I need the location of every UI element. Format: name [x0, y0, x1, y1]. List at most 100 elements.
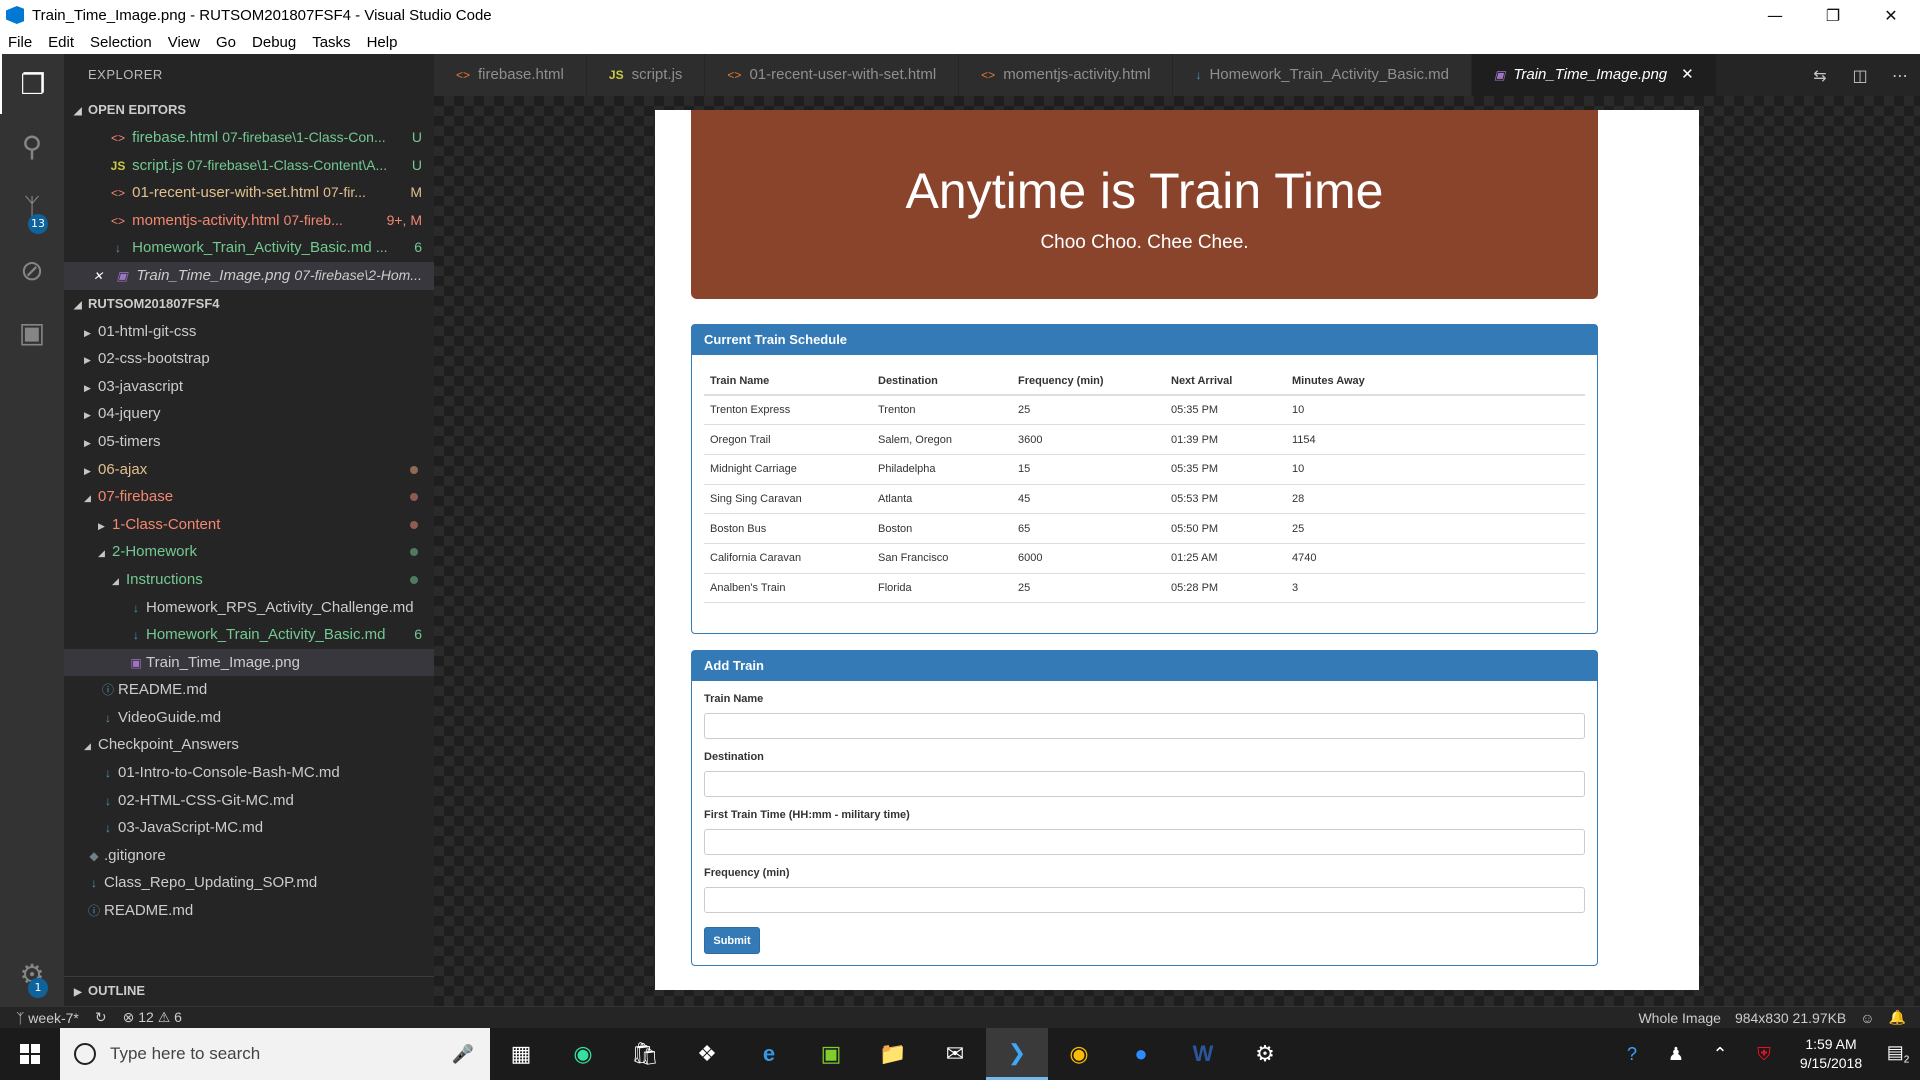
debug-icon[interactable]: ⊘ — [0, 240, 64, 300]
more-actions-icon[interactable]: ⋯ — [1880, 66, 1920, 85]
tab-firebase-html[interactable]: <> firebase.html — [434, 54, 587, 96]
outline-section[interactable]: ▶ OUTLINE — [64, 976, 434, 1006]
file-explorer-icon[interactable]: 📁 — [862, 1028, 924, 1080]
feedback-smiley-icon[interactable]: ☺ — [1860, 1010, 1874, 1026]
search-placeholder: Type here to search — [110, 1044, 261, 1063]
table-row: California Caravan San Francisco 6000 01:25… — [704, 543, 1585, 574]
gear-icon[interactable]: ⚙ 1 — [0, 944, 64, 1004]
html-file-icon: <> — [110, 186, 125, 201]
task-view-icon[interactable]: ▦ — [490, 1028, 552, 1080]
menu-selection[interactable]: Selection — [82, 34, 160, 51]
evernote-icon[interactable]: ▣ — [800, 1028, 862, 1080]
menu-go[interactable]: Go — [208, 34, 244, 51]
editor-tabs: <> firebase.html JS script.js <> 01-recent-… — [434, 54, 1920, 96]
tree-file[interactable]: ↓ VideoGuide.md — [64, 704, 434, 732]
open-editor-item[interactable]: JS script.js 07-firebase\1-Class-Content… — [64, 152, 434, 180]
tree-folder[interactable]: ◢ 07-firebase — [64, 483, 434, 511]
menu-edit[interactable]: Edit — [40, 34, 82, 51]
open-editors-header[interactable]: ◢ OPEN EDITORS — [64, 96, 434, 124]
help-icon[interactable]: ? — [1610, 1044, 1654, 1065]
security-shield-icon[interactable]: ⛨ — [1742, 1044, 1786, 1065]
git-branch[interactable]: ᛉ week-7* — [16, 1010, 79, 1026]
close-icon[interactable]: ✕ — [1681, 66, 1694, 83]
tree-folder[interactable]: ▶ 04-jquery — [64, 400, 434, 428]
zoom-icon[interactable]: ● — [1110, 1028, 1172, 1080]
open-editor-item[interactable]: <> firebase.html 07-firebase\1-Class-Con… — [64, 124, 434, 152]
extensions-icon[interactable]: ▣ — [0, 302, 64, 362]
close-icon[interactable]: ✕ — [88, 263, 108, 290]
tree-folder[interactable]: ▶ 03-javascript — [64, 373, 434, 401]
clock[interactable]: 1:59 AM 9/15/2018 — [1786, 1035, 1876, 1073]
workspace-header[interactable]: ◢ RUTSOM201807FSF4 — [64, 290, 434, 318]
tree-folder[interactable]: ▶ 06-ajax — [64, 456, 434, 484]
open-changes-icon[interactable]: ⇆ — [1800, 66, 1840, 85]
word-icon[interactable]: W — [1172, 1028, 1234, 1080]
tree-file[interactable]: ↓ Class_Repo_Updating_SOP.md — [64, 869, 434, 897]
menu-tasks[interactable]: Tasks — [304, 34, 358, 51]
tab-train-time-image[interactable]: ▣ Train_Time_Image.png ✕ — [1471, 54, 1717, 96]
tab-recent-user[interactable]: <> 01-recent-user-with-set.html — [705, 54, 960, 96]
github-desktop-icon[interactable]: ⚙ — [1234, 1028, 1296, 1080]
view-mode[interactable]: Whole Image — [1638, 1010, 1720, 1026]
page-subheading: Choo Choo. Chee Chee. — [1040, 232, 1249, 253]
open-editor-item-active[interactable]: ✕ ▣ Train_Time_Image.png 07-firebase\2-H… — [64, 261, 434, 290]
tree-file[interactable]: ↓ 03-JavaScript-MC.md — [64, 814, 434, 842]
tree-folder[interactable]: ▶ 05-timers — [64, 428, 434, 456]
start-button[interactable] — [0, 1028, 60, 1080]
tab-homework-md[interactable]: ↓ Homework_Train_Activity_Basic.md — [1173, 54, 1472, 96]
chevron-up-icon[interactable]: ⌃ — [1698, 1044, 1742, 1065]
tripadvisor-icon[interactable]: ◉ — [552, 1028, 614, 1080]
menu-view[interactable]: View — [160, 34, 208, 51]
table-cell: 28 — [1286, 484, 1585, 515]
minimize-button[interactable]: — — [1746, 0, 1804, 30]
open-editor-item[interactable]: ↓ Homework_Train_Activity_Basic.md ... 6 — [64, 234, 434, 262]
notification-bell-icon[interactable]: 🔔 — [1889, 1009, 1906, 1026]
tree-folder[interactable]: ▶ 02-css-bootstrap — [64, 345, 434, 373]
edge-icon[interactable]: e — [738, 1028, 800, 1080]
table-cell: California Caravan — [704, 543, 872, 574]
taskbar-search[interactable]: Type here to search 🎤 — [60, 1028, 490, 1080]
tab-momentjs[interactable]: <> momentjs-activity.html — [959, 54, 1174, 96]
people-icon[interactable]: ♟ — [1654, 1044, 1698, 1065]
tree-file[interactable]: ◆ .gitignore — [64, 842, 434, 870]
microphone-icon[interactable]: 🎤 — [452, 1044, 474, 1065]
dropbox-icon[interactable]: ❖ — [676, 1028, 738, 1080]
split-editor-icon[interactable]: ◫ — [1840, 66, 1880, 85]
tree-file[interactable]: ↓ 02-HTML-CSS-Git-MC.md — [64, 787, 434, 815]
action-center-icon[interactable]: ▤2 — [1876, 1042, 1920, 1066]
open-editor-item[interactable]: <> momentjs-activity.html 07-fireb... 9+… — [64, 207, 434, 235]
tree-file[interactable]: ↓ Homework_Train_Activity_Basic.md 6 — [64, 621, 434, 649]
markdown-file-icon: ↓ — [105, 766, 111, 781]
source-control-icon[interactable]: ᛉ 13 — [0, 178, 64, 238]
search-icon[interactable]: ⚲ — [0, 116, 64, 176]
tree-file[interactable]: ⓘ README.md — [64, 897, 434, 925]
tree-folder[interactable]: ◢ Checkpoint_Answers — [64, 731, 434, 759]
menu-debug[interactable]: Debug — [244, 34, 304, 51]
close-button[interactable]: ✕ — [1862, 0, 1920, 30]
tree-folder[interactable]: ▶ 01-html-git-css — [64, 318, 434, 346]
sync-icon[interactable]: ↻ — [95, 1009, 107, 1026]
restore-button[interactable]: ❐ — [1804, 0, 1862, 30]
tree-folder[interactable]: ▶ 1-Class-Content — [64, 511, 434, 539]
chevron-right-icon: ▶ — [84, 410, 91, 421]
tree-file[interactable]: ↓ Homework_RPS_Activity_Challenge.md — [64, 594, 434, 622]
tree-file[interactable]: ⓘ README.md — [64, 676, 434, 704]
explorer-icon[interactable]: ❐ — [0, 54, 64, 114]
vscode-taskbar-icon[interactable]: ❯ — [986, 1028, 1048, 1080]
open-editor-item[interactable]: <> 01-recent-user-with-set.html 07-fir..… — [64, 179, 434, 207]
menu-file[interactable]: File — [0, 34, 40, 51]
table-cell: 10 — [1286, 395, 1585, 426]
tree-file[interactable]: ↓ 01-Intro-to-Console-Bash-MC.md — [64, 759, 434, 787]
menu-help[interactable]: Help — [359, 34, 406, 51]
chrome-icon[interactable]: ◉ — [1048, 1028, 1110, 1080]
tree-file-selected[interactable]: ▣ Train_Time_Image.png — [64, 648, 434, 677]
tab-script-js[interactable]: JS script.js — [586, 54, 706, 96]
modified-dot — [410, 575, 418, 584]
table-cell: 05:35 PM — [1165, 395, 1286, 426]
store-icon[interactable]: 🛍 — [614, 1028, 676, 1080]
mail-icon[interactable]: ✉ — [924, 1028, 986, 1080]
tree-folder[interactable]: ◢ 2-Homework — [64, 538, 434, 566]
error-icon: ⊗ — [122, 1009, 135, 1025]
problems-indicator[interactable]: ⊗ 12 ⚠ 6 — [123, 1009, 182, 1026]
tree-folder[interactable]: ◢ Instructions — [64, 566, 434, 594]
